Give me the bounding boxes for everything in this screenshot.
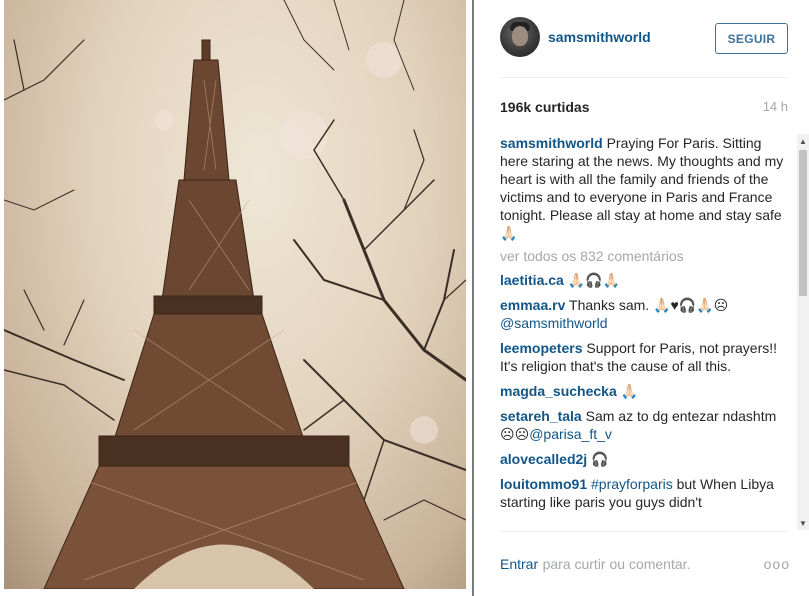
- comment-text: 🎧: [591, 451, 609, 467]
- comments-list[interactable]: samsmithworld Praying For Paris. Sitting…: [500, 134, 792, 530]
- list-item: magda_suchecka 🙏🏻: [500, 382, 792, 400]
- comments-scrollbar[interactable]: ▲ ▼: [797, 134, 809, 530]
- comment-prompt: Entrar para curtir ou comentar. ooo: [500, 556, 792, 576]
- signin-prompt-text: para curtir ou comentar.: [542, 556, 691, 572]
- comment-username[interactable]: louitommo91: [500, 476, 587, 492]
- ellipsis-icon[interactable]: ooo: [762, 556, 790, 576]
- post-details-panel: samsmithworld SEGUIR 196k curtidas 14 h …: [474, 0, 809, 596]
- triangle-up-icon[interactable]: ▲: [797, 134, 809, 148]
- triangle-down-icon[interactable]: ▼: [797, 516, 809, 530]
- list-item: leemopeters Support for Paris, not praye…: [500, 339, 792, 375]
- caption-username[interactable]: samsmithworld: [500, 135, 603, 151]
- comment-hashtag[interactable]: #prayforparis: [591, 476, 673, 492]
- list-item: laetitia.ca 🙏🏻🎧🙏🏻: [500, 271, 792, 289]
- caption: samsmithworld Praying For Paris. Sitting…: [500, 134, 792, 242]
- follow-button[interactable]: SEGUIR: [715, 23, 788, 54]
- comment-text: 🙏🏻🎧🙏🏻: [567, 272, 621, 288]
- comment-username[interactable]: laetitia.ca: [500, 272, 564, 288]
- comment-mention[interactable]: @parisa_ft_v: [529, 426, 612, 442]
- avatar[interactable]: [500, 17, 540, 57]
- divider: [500, 77, 788, 78]
- comment-username[interactable]: alovecalled2j: [500, 451, 587, 467]
- view-all-comments-link[interactable]: ver todos os 832 comentários: [500, 247, 792, 265]
- post-media: [0, 0, 474, 596]
- post-username[interactable]: samsmithworld: [548, 29, 651, 45]
- comment-username[interactable]: magda_suchecka: [500, 383, 617, 399]
- comment-text: Thanks sam. 🙏🏻♥🎧🙏🏻☹: [569, 297, 729, 313]
- signin-link[interactable]: Entrar: [500, 556, 538, 572]
- list-item: alovecalled2j 🎧: [500, 450, 792, 468]
- like-count[interactable]: 196k curtidas: [500, 99, 590, 115]
- list-item: setareh_tala Sam az to dg entezar ndasht…: [500, 407, 792, 443]
- eiffel-tower-photo: [4, 0, 466, 589]
- list-item: louitommo91 #prayforparis but When Libya…: [500, 475, 792, 511]
- comment-username[interactable]: emmaa.rv: [500, 297, 565, 313]
- list-item: emmaa.rv Thanks sam. 🙏🏻♥🎧🙏🏻☹ @samsmithwo…: [500, 296, 792, 332]
- timestamp[interactable]: 14 h: [734, 99, 788, 114]
- post-photo[interactable]: [4, 0, 466, 589]
- comment-text: 🙏🏻: [620, 383, 639, 399]
- comment-mention[interactable]: @samsmithworld: [500, 315, 608, 331]
- scrollbar-thumb[interactable]: [799, 150, 807, 296]
- divider: [500, 531, 788, 532]
- post-header: samsmithworld SEGUIR: [500, 17, 788, 61]
- comment-username[interactable]: setareh_tala: [500, 408, 582, 424]
- comment-username[interactable]: leemopeters: [500, 340, 582, 356]
